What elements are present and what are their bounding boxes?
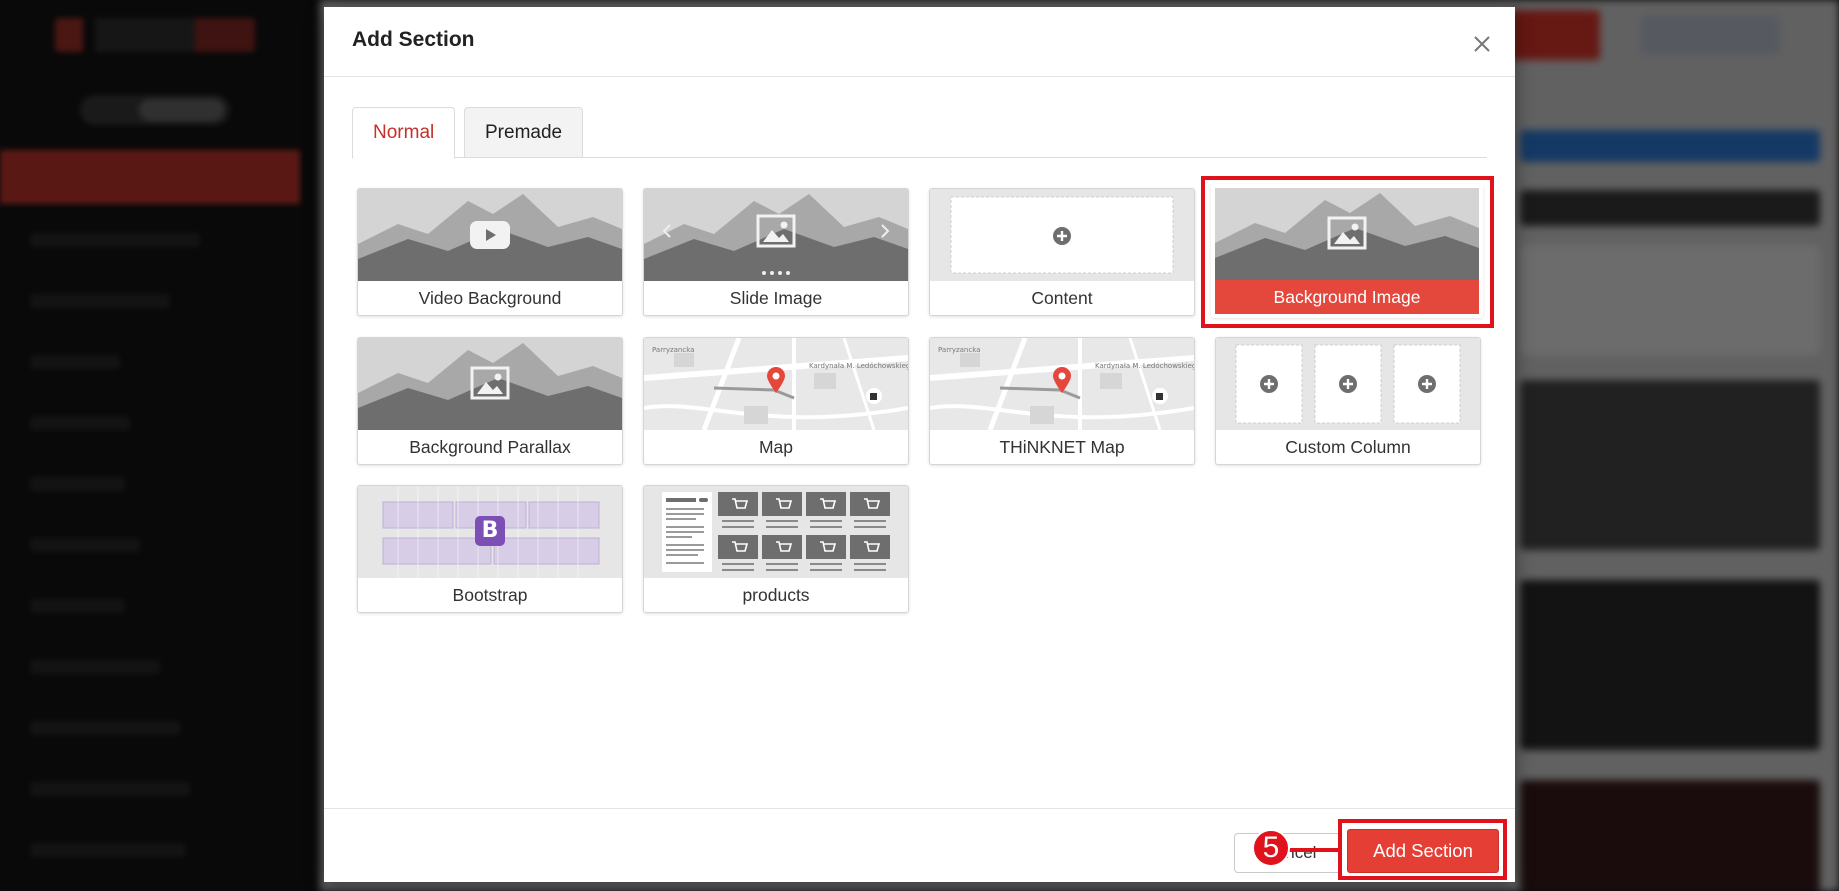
products-thumbnail <box>644 486 908 578</box>
section-card-background-parallax[interactable]: Background Parallax <box>357 337 623 465</box>
thinknet-map-thumbnail: Parryzancka Kardynała M. Ledóchowskiego <box>930 338 1194 430</box>
bootstrap-thumbnail: B <box>358 486 622 578</box>
bootstrap-icon: B <box>475 516 505 546</box>
section-card-label: Custom Column <box>1285 437 1411 457</box>
map-street-label: Kardynała M. Ledóchowskiego <box>809 362 908 370</box>
youtube-play-icon <box>470 221 510 249</box>
section-card-label: Video Background <box>418 288 562 308</box>
section-card-products[interactable]: products <box>643 485 909 613</box>
plus-circle-icon <box>1339 375 1357 393</box>
section-card-custom-column[interactable]: Custom Column <box>1215 337 1481 465</box>
section-card-slide-image[interactable]: Slide Image <box>643 188 909 316</box>
map-street-label: Kardynała M. Ledóchowskiego <box>1095 362 1194 370</box>
step-connector <box>1286 848 1340 852</box>
plus-circle-icon <box>1053 227 1071 245</box>
section-card-label: THiNKNET Map <box>999 437 1125 457</box>
modal-title: Add Section <box>352 28 475 51</box>
content-thumbnail <box>930 189 1194 281</box>
tab-normal[interactable]: Normal <box>352 107 456 159</box>
background-image-thumbnail <box>1215 188 1479 280</box>
section-card-thinknet-map[interactable]: Parryzancka Kardynała M. Ledóchowskiego … <box>929 337 1195 465</box>
section-card-bootstrap[interactable]: B Bootstrap <box>357 485 623 613</box>
plus-circle-icon <box>1418 375 1436 393</box>
section-card-background-image[interactable]: Background Image <box>1211 184 1483 318</box>
image-icon <box>1327 216 1367 250</box>
close-button[interactable] <box>1469 31 1495 57</box>
modal-header: Add Section <box>324 7 1515 77</box>
step-number-badge: 5 <box>1252 829 1290 867</box>
image-icon <box>756 214 796 248</box>
section-card-video-background[interactable]: Video Background <box>357 188 623 316</box>
section-card-label: Background Image <box>1273 287 1421 307</box>
section-card-label: Background Parallax <box>409 437 571 457</box>
section-card-map[interactable]: Parryzancka Kardynała M. Ledóchowskiego … <box>643 337 909 465</box>
tab-premade[interactable]: Premade <box>464 107 584 158</box>
section-card-label: Bootstrap <box>452 585 528 605</box>
video-background-thumbnail <box>358 189 622 281</box>
custom-column-thumbnail <box>1216 338 1480 430</box>
map-pin-icon <box>767 367 785 393</box>
section-tabs: Normal Premade <box>352 107 1487 159</box>
add-section-button[interactable]: Add Section <box>1347 829 1499 873</box>
plus-circle-icon <box>1260 375 1278 393</box>
map-street-label: Parryzancka <box>652 346 694 354</box>
close-icon <box>1474 36 1490 52</box>
modal-footer: Cancel <box>324 808 1515 876</box>
cancel-button[interactable]: Cancel <box>1234 833 1346 873</box>
section-card-label: Slide Image <box>729 288 823 308</box>
slide-image-thumbnail <box>644 189 908 281</box>
section-card-label: products <box>742 585 810 605</box>
image-icon <box>470 366 510 400</box>
section-card-label: Map <box>758 437 794 457</box>
background-parallax-thumbnail <box>358 338 622 430</box>
map-street-label: Parryzancka <box>938 346 980 354</box>
section-card-content[interactable]: Content <box>929 188 1195 316</box>
map-thumbnail: Parryzancka Kardynała M. Ledóchowskiego <box>644 338 908 430</box>
map-pin-icon <box>1053 367 1071 393</box>
section-card-label: Content <box>1031 288 1093 308</box>
